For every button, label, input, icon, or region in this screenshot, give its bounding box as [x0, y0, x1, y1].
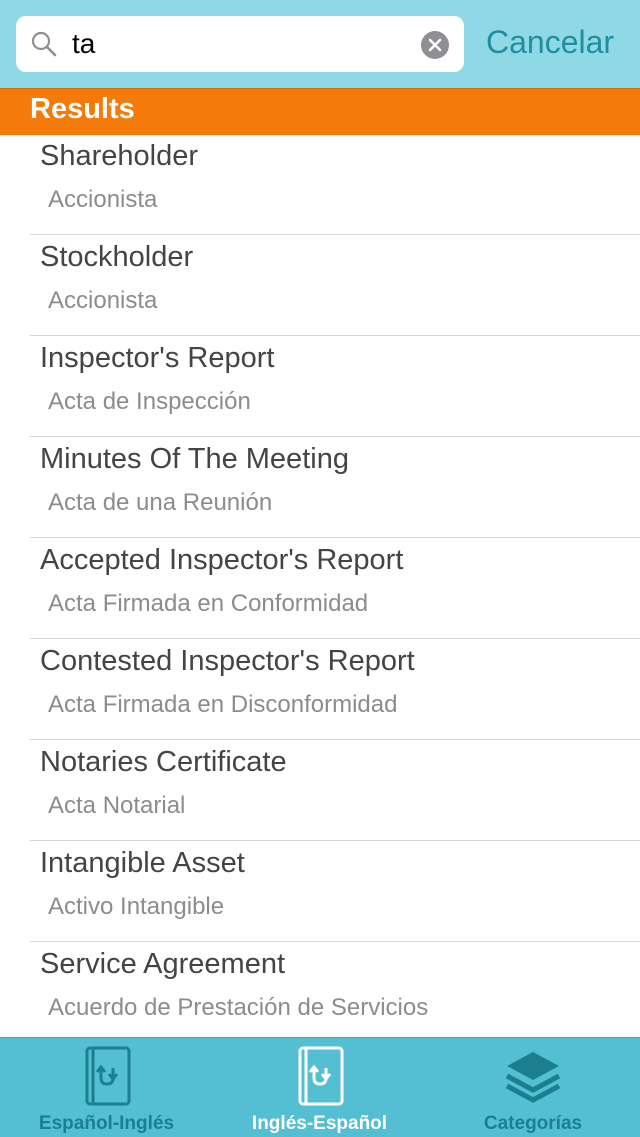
term-label: Contested Inspector's Report	[40, 645, 415, 677]
list-item[interactable]: Inspector's Report Acta de Inspección	[30, 336, 640, 437]
translation-label: Accionista	[48, 287, 158, 314]
term-label: Inspector's Report	[40, 342, 275, 374]
list-item[interactable]: Service Agreement Acuerdo de Prestación …	[30, 942, 640, 1043]
tab-label: Español-Inglés	[38, 1113, 175, 1134]
list-item[interactable]: Notaries Certificate Acta Notarial	[30, 740, 640, 841]
translation-label: Accionista	[48, 186, 158, 213]
list-item[interactable]: Minutes Of The Meeting Acta de una Reuni…	[30, 437, 640, 538]
results-list: Shareholder Accionista Stockholder Accio…	[0, 134, 640, 1043]
translation-label: Acta Notarial	[48, 792, 186, 819]
tab-label: Inglés-Español	[251, 1113, 388, 1134]
search-icon	[31, 31, 57, 57]
results-section-header: Results	[0, 88, 640, 135]
tab-label: Categorías	[483, 1113, 583, 1134]
search-bar: Cancelar	[0, 0, 640, 88]
translation-label: Acta de Inspección	[48, 388, 251, 415]
tab-ingles-espanol[interactable]: Inglés-Español	[213, 1038, 426, 1137]
section-title: Results	[30, 93, 135, 125]
list-item[interactable]: Contested Inspector's Report Acta Firmad…	[30, 639, 640, 740]
term-label: Shareholder	[40, 140, 198, 172]
term-label: Intangible Asset	[40, 847, 245, 879]
term-label: Stockholder	[40, 241, 194, 273]
term-label: Notaries Certificate	[40, 746, 287, 778]
tab-bar: Español-Inglés Inglés-Español Categorías	[0, 1037, 640, 1137]
term-label: Service Agreement	[40, 948, 286, 980]
tab-espanol-ingles[interactable]: Español-Inglés	[0, 1038, 213, 1137]
cancel-button[interactable]: Cancelar	[486, 22, 614, 62]
list-item[interactable]: Accepted Inspector's Report Acta Firmada…	[30, 538, 640, 639]
translation-label: Activo Intangible	[48, 893, 225, 920]
clear-icon[interactable]	[420, 30, 450, 60]
translation-label: Acta Firmada en Conformidad	[48, 590, 369, 617]
search-input[interactable]	[72, 26, 412, 62]
search-field[interactable]	[16, 16, 464, 72]
translation-label: Acta de una Reunión	[48, 489, 273, 516]
list-item[interactable]: Intangible Asset Activo Intangible	[30, 841, 640, 942]
translation-label: Acta Firmada en Disconformidad	[48, 691, 398, 718]
book-swap-icon	[298, 1046, 343, 1106]
list-item[interactable]: Shareholder Accionista	[30, 134, 640, 235]
translation-label: Acuerdo de Prestación de Servicios	[48, 994, 429, 1021]
list-item[interactable]: Stockholder Accionista	[30, 235, 640, 336]
term-label: Minutes Of The Meeting	[40, 443, 349, 475]
layers-icon	[505, 1052, 561, 1103]
tab-categorias[interactable]: Categorías	[426, 1038, 640, 1137]
term-label: Accepted Inspector's Report	[40, 544, 404, 576]
book-swap-icon	[85, 1046, 130, 1106]
